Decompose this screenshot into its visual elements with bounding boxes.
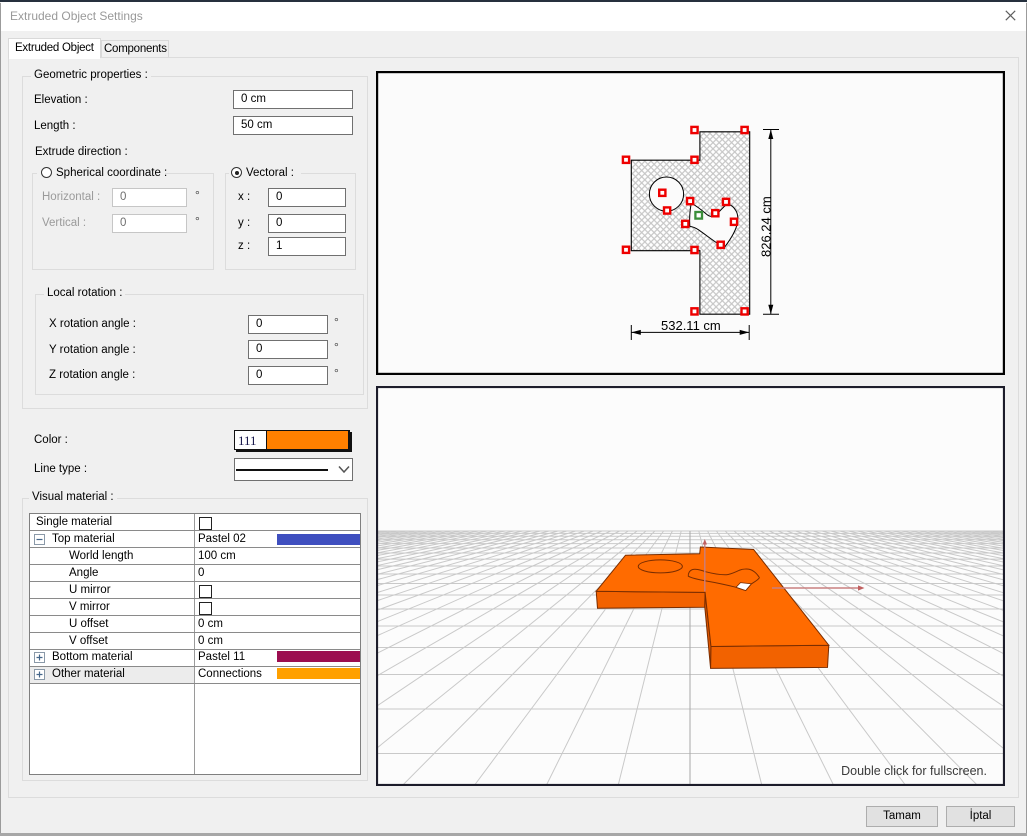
svg-text:826.24 cm: 826.24 cm: [759, 196, 774, 257]
svg-text:532.11 cm: 532.11 cm: [661, 318, 721, 333]
svg-text:Double click for fullscreen.: Double click for fullscreen.: [841, 764, 987, 778]
